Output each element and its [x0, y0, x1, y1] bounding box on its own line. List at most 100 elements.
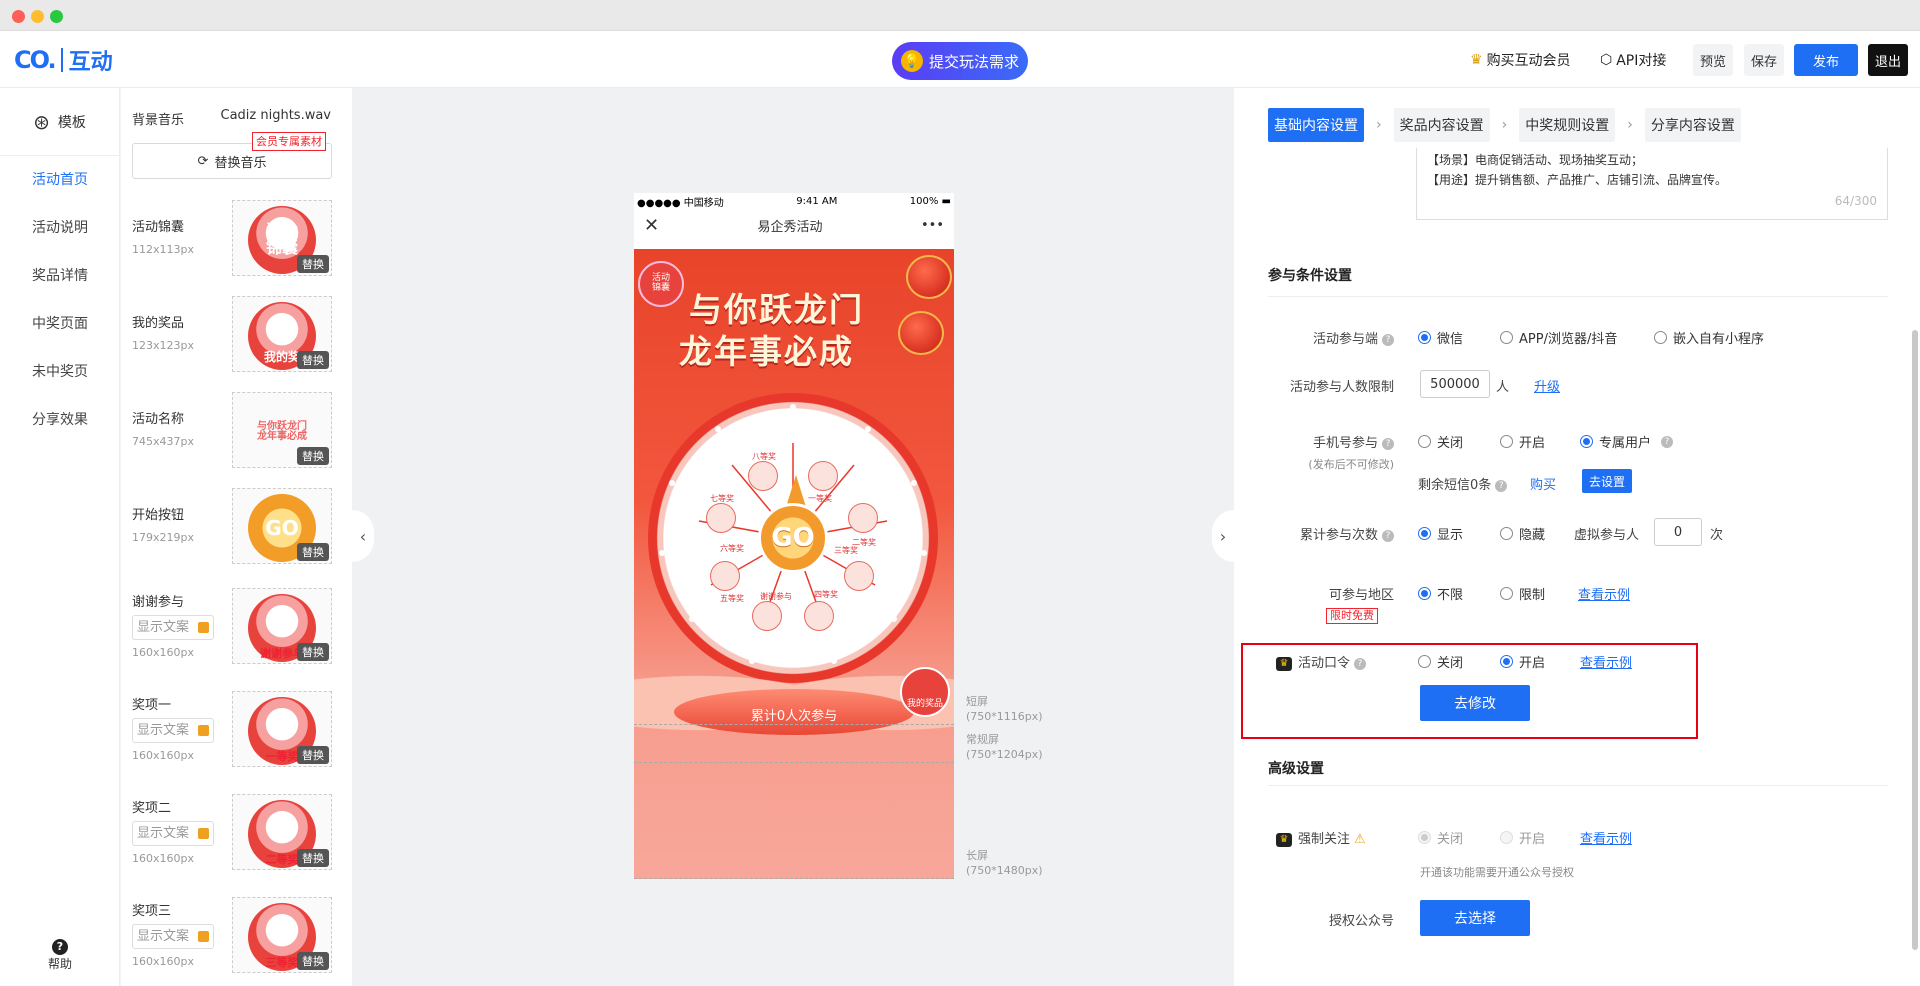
buy-sms-link[interactable]: 购买 — [1530, 474, 1556, 493]
color-swatch[interactable] — [198, 828, 209, 839]
nav-item-prize-detail[interactable]: 奖品详情 — [0, 252, 119, 300]
radio-region-limited[interactable]: 限制 — [1500, 584, 1545, 603]
asset-thumbnail[interactable]: GO 替换 — [232, 488, 332, 564]
close-window-icon[interactable] — [12, 10, 25, 23]
short-screen-guide — [634, 724, 954, 725]
step-rules[interactable]: 中奖规则设置 — [1519, 108, 1616, 142]
asset-thumbnail[interactable]: 我的奖 替换 — [232, 296, 332, 372]
asset-size: 745x437px — [132, 435, 194, 448]
upgrade-link[interactable]: 升级 — [1534, 376, 1560, 395]
more-icon[interactable]: ••• — [921, 218, 944, 233]
nav-item-win-page[interactable]: 中奖页面 — [0, 300, 119, 348]
radio-phone-off[interactable]: 关闭 — [1418, 432, 1463, 451]
headline-line2: 龙年事必成 — [679, 332, 854, 371]
radio-app[interactable]: APP/浏览器/抖音 — [1500, 328, 1617, 347]
help-icon[interactable]: ? — [1382, 333, 1394, 346]
phone-label: 手机号参与? — [1268, 432, 1394, 451]
exit-button[interactable]: 退出 — [1868, 44, 1908, 76]
minimize-window-icon[interactable] — [31, 10, 44, 23]
buy-vip-link[interactable]: ♛ 购买互动会员 — [1470, 50, 1571, 70]
help-icon[interactable]: ? — [1495, 479, 1508, 492]
see-example-link[interactable]: 查看示例 — [1578, 584, 1630, 603]
radio-follow-on[interactable]: 开启 — [1500, 828, 1545, 847]
step-basic[interactable]: 基础内容设置 — [1268, 108, 1364, 142]
asset-thumbnail[interactable]: 与你跃龙门 龙年事必成 替换 — [232, 392, 332, 468]
asset-thumbnail[interactable]: 谢谢参与 替换 — [232, 588, 332, 664]
color-swatch[interactable] — [198, 725, 209, 736]
show-text-placeholder: 显示文案 — [137, 723, 190, 738]
radio-phone-exclusive[interactable]: 专属用户? — [1580, 432, 1674, 451]
virtual-input[interactable]: 0 — [1654, 518, 1702, 546]
app-logo[interactable]: CO. 互动 — [14, 45, 113, 75]
preview-button[interactable]: 预览 — [1693, 44, 1733, 76]
step-prize[interactable]: 奖品内容设置 — [1393, 108, 1490, 142]
maximize-window-icon[interactable] — [50, 10, 63, 23]
settings-scrollbar[interactable] — [1912, 330, 1918, 950]
radio-miniprogram[interactable]: 嵌入自有小程序 — [1654, 328, 1764, 347]
nav-item-description[interactable]: 活动说明 — [0, 204, 119, 252]
limit-input[interactable]: 500000 — [1420, 370, 1490, 398]
help-icon[interactable]: ? — [1382, 529, 1394, 542]
choose-button[interactable]: 去选择 — [1420, 900, 1530, 936]
color-swatch[interactable] — [198, 622, 209, 633]
show-text-input[interactable]: 显示文案 — [132, 924, 214, 949]
nav-item-share[interactable]: 分享效果 — [0, 396, 119, 444]
swap-button[interactable]: 替换 — [297, 447, 329, 465]
prize-slot — [748, 461, 778, 491]
asset-name: 我的奖品 — [132, 316, 185, 331]
start-go-button[interactable]: GO — [758, 503, 828, 573]
cumulative-label: 累计参与次数? — [1268, 524, 1394, 543]
my-prize-button[interactable]: 我的奖品 — [900, 667, 950, 717]
help-icon[interactable]: ? — [1382, 437, 1394, 450]
asset-thumbnail[interactable]: 二等奖 替换 — [232, 794, 332, 870]
publish-button[interactable]: 发布 — [1794, 44, 1858, 76]
nav-item-home[interactable]: 活动首页 — [0, 156, 119, 204]
asset-thumbnail[interactable]: 活动 锦囊 替换 — [232, 200, 332, 276]
radio-show[interactable]: 显示 — [1418, 524, 1463, 543]
prize-wheel[interactable]: 一等奖 二等奖 三等奖 四等奖 五等奖 谢谢参与 六等奖 七等奖 八等奖 GO — [648, 393, 938, 683]
radio-hide[interactable]: 隐藏 — [1500, 524, 1545, 543]
show-text-input[interactable]: 显示文案 — [132, 615, 214, 640]
platform-label: 活动参与端? — [1268, 328, 1394, 347]
music-label: 背景音乐 — [132, 113, 185, 128]
swap-button[interactable]: 替换 — [297, 952, 329, 970]
free-tag: 限时免费 — [1326, 608, 1378, 624]
settings-panel: 基础内容设置 › 奖品内容设置 › 中奖规则设置 › 分享内容设置 【场景】电商… — [1234, 88, 1920, 986]
prize-label: 七等奖 — [710, 494, 734, 503]
radio-wechat[interactable]: 微信 — [1418, 328, 1463, 347]
step-share[interactable]: 分享内容设置 — [1644, 108, 1741, 142]
swap-button[interactable]: 替换 — [297, 351, 329, 369]
help-button[interactable]: ? 帮助 — [0, 939, 120, 972]
asset-thumbnail[interactable]: 三等奖 替换 — [232, 897, 332, 973]
radio-phone-on[interactable]: 开启 — [1500, 432, 1545, 451]
api-link[interactable]: ⬡ API对接 — [1600, 50, 1666, 70]
swap-button[interactable]: 替换 — [297, 643, 329, 661]
show-text-input[interactable]: 显示文案 — [132, 821, 214, 846]
see-example-link[interactable]: 查看示例 — [1580, 828, 1632, 847]
description-textarea[interactable]: 【场景】电商促销活动、现场抽奖互动； 【用途】提升销售额、产品推广、店铺引流、品… — [1416, 148, 1888, 220]
close-icon[interactable]: ✕ — [644, 215, 659, 236]
phone-titlebar: ✕ 易企秀活动 ••• — [634, 210, 954, 241]
swap-button[interactable]: 替换 — [297, 849, 329, 867]
swap-button[interactable]: 替换 — [297, 746, 329, 764]
step-tabs: 基础内容设置 › 奖品内容设置 › 中奖规则设置 › 分享内容设置 — [1268, 108, 1741, 142]
go-setting-button[interactable]: 去设置 — [1582, 469, 1632, 493]
show-text-input[interactable]: 显示文案 — [132, 718, 214, 743]
radio-label: APP/浏览器/抖音 — [1519, 332, 1618, 347]
nav-item-lose-page[interactable]: 未中奖页 — [0, 348, 119, 396]
radio-region-unlimited[interactable]: 不限 — [1418, 584, 1463, 603]
save-button[interactable]: 保存 — [1744, 44, 1784, 76]
radio-label: 专属用户 — [1599, 436, 1652, 451]
swap-button[interactable]: 替换 — [297, 255, 329, 273]
color-swatch[interactable] — [198, 931, 209, 942]
radio-follow-off[interactable]: 关闭 — [1418, 828, 1463, 847]
submit-request-button[interactable]: 💡 提交玩法需求 — [892, 42, 1028, 80]
vip-material-tag: 会员专属素材 — [252, 132, 326, 151]
window-titlebar — [0, 0, 1920, 31]
template-tab[interactable]: ⊛ 模板 — [0, 88, 119, 156]
activity-tips-button[interactable]: 活动 锦囊 — [638, 261, 684, 307]
asset-thumbnail[interactable]: 一等奖 替换 — [232, 691, 332, 767]
swap-button[interactable]: 替换 — [297, 543, 329, 561]
help-icon[interactable]: ? — [1661, 435, 1674, 448]
region-label: 可参与地区 — [1328, 588, 1394, 603]
